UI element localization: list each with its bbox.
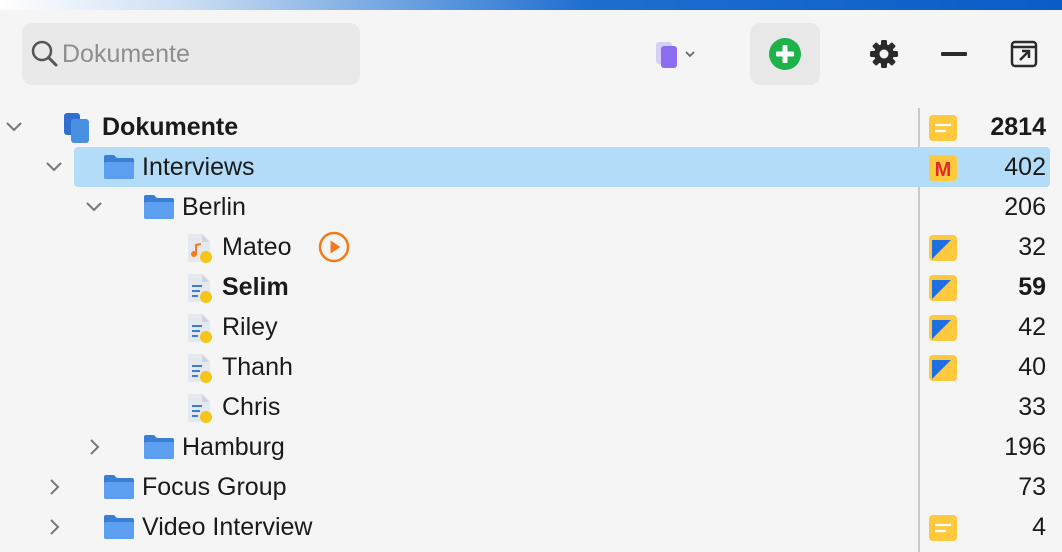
tree-count: 4 [1032, 513, 1046, 541]
folder-icon [144, 435, 174, 459]
memo-coded-icon[interactable] [928, 234, 958, 262]
tree-count: 32 [1018, 233, 1046, 261]
tree-label: Interviews [142, 153, 255, 181]
tree-count: 33 [1018, 393, 1046, 421]
play-icon[interactable] [318, 231, 350, 263]
folder-icon [104, 515, 134, 539]
svg-text:M: M [935, 159, 952, 181]
text-document-icon [188, 314, 212, 343]
settings-button[interactable] [866, 36, 902, 72]
tree-row-riley[interactable]: Riley 42 [0, 307, 1062, 347]
tree-row-berlin[interactable]: Berlin 206 [0, 187, 1062, 227]
tree-label: Selim [222, 273, 289, 301]
tree-row-chris[interactable]: Chris 33 [0, 387, 1062, 427]
chevron-right-icon[interactable] [44, 477, 64, 497]
tree-label: Dokumente [102, 113, 239, 141]
tree-count: 40 [1018, 353, 1046, 381]
tree-label: Hamburg [182, 433, 285, 461]
tree-count: 206 [1004, 193, 1046, 221]
add-button[interactable] [750, 23, 820, 85]
memo-m-icon[interactable]: M [928, 154, 958, 182]
search-input[interactable] [62, 37, 342, 71]
popout-button[interactable] [1006, 36, 1042, 72]
chevron-right-icon[interactable] [44, 517, 64, 537]
tree-row-focus-group[interactable]: Focus Group 73 [0, 467, 1062, 507]
search-icon [31, 40, 58, 67]
text-document-icon [188, 394, 212, 423]
memo-coded-icon[interactable] [928, 314, 958, 342]
tree-row-mateo[interactable]: Mateo 32 [0, 227, 1062, 267]
tree-count: 59 [1018, 273, 1046, 301]
audio-document-icon [188, 234, 212, 263]
chevron-down-icon[interactable] [44, 157, 64, 177]
tree-count: 402 [1004, 153, 1046, 181]
memo-icon[interactable] [928, 114, 958, 142]
tree-label: Focus Group [142, 473, 287, 501]
tree-row-hamburg[interactable]: Hamburg 196 [0, 427, 1062, 467]
search-box[interactable] [22, 23, 360, 85]
text-document-icon [188, 274, 212, 303]
memo-icon[interactable] [928, 514, 958, 542]
chevron-right-icon[interactable] [84, 437, 104, 457]
popout-icon [1010, 40, 1038, 68]
tree-label: Riley [222, 313, 278, 341]
minimize-button[interactable] [936, 36, 972, 72]
tree-label: Chris [222, 393, 281, 421]
tree-label: Video Interview [142, 513, 313, 541]
chevron-down-icon[interactable] [84, 197, 104, 217]
documents-root-icon [64, 113, 89, 143]
document-filter-button[interactable] [652, 36, 700, 72]
gear-icon [870, 40, 898, 68]
tree-row-video-interview[interactable]: Video Interview 4 [0, 507, 1062, 547]
folder-icon [104, 155, 134, 179]
tree-label: Thanh [222, 353, 293, 381]
text-document-icon [188, 354, 212, 383]
tree-label: Mateo [222, 233, 292, 261]
memo-coded-icon[interactable] [928, 354, 958, 382]
folder-icon [104, 475, 134, 499]
tree-count: 73 [1018, 473, 1046, 501]
tree-label: Berlin [182, 193, 246, 221]
memo-coded-icon[interactable] [928, 274, 958, 302]
tree-count: 196 [1004, 433, 1046, 461]
tree-row-dokumente[interactable]: Dokumente 2814 [0, 107, 1062, 147]
tree-count: 2814 [990, 113, 1046, 141]
folder-icon [144, 195, 174, 219]
tree-row-thanh[interactable]: Thanh 40 [0, 347, 1062, 387]
chevron-down-icon[interactable] [4, 117, 24, 137]
window-top-accent [0, 0, 1062, 10]
tree-row-selim[interactable]: Selim 59 [0, 267, 1062, 307]
tree-row-interviews[interactable]: Interviews M 402 [0, 147, 1062, 187]
add-circle-icon [769, 38, 801, 70]
tree-count: 42 [1018, 313, 1046, 341]
minus-icon [941, 52, 967, 56]
document-filter-icon [656, 42, 695, 68]
